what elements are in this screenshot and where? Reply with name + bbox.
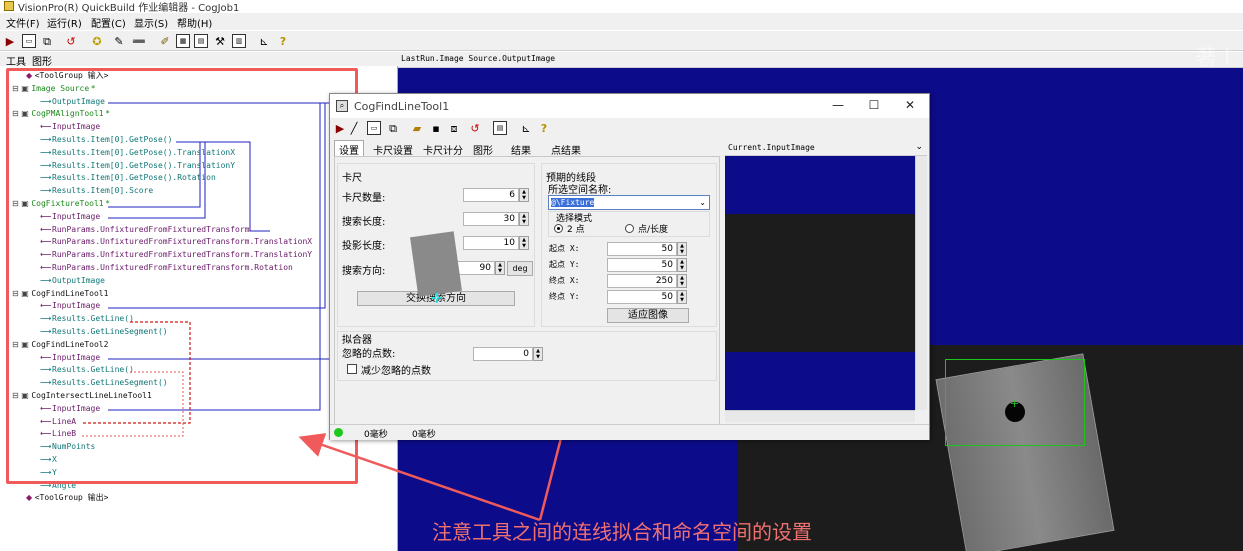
dialog-help-icon[interactable]: ? [537,121,551,135]
search-length-spinner[interactable]: ▲ ▼ [519,212,529,226]
tab-point-results[interactable]: 点结果 [546,140,586,157]
dialog-run-icon[interactable]: ▶ [333,121,347,135]
tab-settings[interactable]: 设置 [334,140,364,157]
end-x-label: 终点 X: [549,276,580,285]
close-button[interactable]: ✕ [900,97,920,113]
fitter-group-label: 拟合器 [342,335,372,346]
mode-point-length-radio[interactable] [625,224,634,233]
tab-graphics[interactable]: 图形 [468,140,498,157]
end-y-label: 终点 Y: [549,292,580,301]
dialog-icon: ⌕ [336,100,348,112]
ignore-points-spinner[interactable]: ▲ ▼ [533,347,543,361]
image-bottom-band [725,352,915,410]
dialog-reset-icon[interactable]: ↺ [468,121,482,135]
tab-results[interactable]: 结果 [506,140,536,157]
dialog-image-hscroll[interactable] [725,410,915,422]
status-time-1: 0毫秒 [364,430,388,440]
projection-length-input[interactable]: 10 [463,236,519,250]
dialog-display-icon[interactable]: ▭ [367,121,381,135]
chevron-down-icon: ⌄ [699,198,706,207]
findline-dialog: ⌕ CogFindLineTool1 — ☐ ✕ ▶ ╱ ▭ ⧉ ▰ ▪ ⧈ ↺… [329,93,930,440]
ignore-points-input[interactable]: 0 [473,347,533,361]
dialog-toolbar: ▶ ╱ ▭ ⧉ ▰ ▪ ⧈ ↺ ▤ ⊾ ? [330,118,929,138]
mode-point-length-label: 点/长度 [638,225,669,235]
search-length-input[interactable]: 30 [463,212,519,226]
search-direction-label: 搜索方向: [342,266,386,277]
start-y-label: 起点 Y: [549,260,580,269]
dialog-step-icon[interactable]: ╱ [347,121,361,135]
caliper-count-spinner[interactable]: ▲ ▼ [519,188,529,202]
dialog-copy-icon[interactable]: ⧈ [447,121,461,135]
dialog-save-icon[interactable]: ▪ [429,121,443,135]
projection-length-label: 投影长度: [342,241,386,252]
dialog-image-vscroll[interactable] [915,156,927,410]
start-x-label: 起点 X: [549,244,580,253]
end-y-input[interactable]: 50 [607,290,677,304]
settings-panel: 卡尺 卡尺数量: 6 ▲ ▼ 搜索长度: 30 ▲ ▼ 投影长度: 10 ▲ ▼ 搜索… [334,156,720,426]
dialog-image-header: Current.InputImage ⌄ [725,142,927,156]
start-y-spinner[interactable]: ▲ ▼ [677,258,687,272]
dialog-open-icon[interactable]: ▰ [410,121,424,135]
start-x-input[interactable]: 50 [607,242,677,256]
chevron-down-icon[interactable]: ⌄ [915,142,923,152]
start-x-spinner[interactable]: ▲ ▼ [677,242,687,256]
dialog-windows-icon[interactable]: ⧉ [386,121,400,135]
caliper-count-input[interactable]: 6 [463,188,519,202]
dialog-chart-icon[interactable]: ⊾ [519,121,533,135]
mode-two-point-radio[interactable] [554,224,563,233]
minimize-button[interactable]: — [828,97,848,113]
dialog-image-title: Current.InputImage [728,143,815,152]
arrow-to-tree [298,433,541,522]
status-time-2: 0毫秒 [412,430,436,440]
tab-caliper-scoring[interactable]: 卡尺计分 [418,140,468,157]
start-y-input[interactable]: 50 [607,258,677,272]
end-y-spinner[interactable]: ▲ ▼ [677,290,687,304]
dialog-origin-marker: ✛ [431,291,443,307]
namespace-combo[interactable]: @\Fixture ⌄ [548,195,710,210]
image-top-band [725,156,915,214]
search-direction-spinner[interactable]: ▲ ▼ [495,261,505,275]
dialog-title-bar: ⌕ CogFindLineTool1 — ☐ ✕ [330,94,929,118]
ignore-points-label: 忽略的点数: [342,349,396,360]
end-x-spinner[interactable]: ▲ ▼ [677,274,687,288]
tab-caliper-settings[interactable]: 卡尺设置 [368,140,418,157]
status-led [334,428,343,437]
direction-unit[interactable]: deg [507,261,533,276]
dialog-image-display[interactable] [725,156,915,410]
dialog-title: CogFindLineTool1 [354,100,450,113]
search-length-label: 搜索长度: [342,217,386,228]
namespace-value: @\Fixture [551,198,595,207]
namespace-label: 所选空间名称: [548,185,612,196]
caliper-group-label: 卡尺 [342,173,362,184]
fit-image-button[interactable]: 适应图像 [607,308,689,323]
maximize-button[interactable]: ☐ [864,97,884,113]
end-x-input[interactable]: 250 [607,274,677,288]
caliper-count-label: 卡尺数量: [342,193,386,204]
dialog-status-bar: 0毫秒 0毫秒 [330,424,929,440]
reduce-ignored-label: 减少忽略的点数 [361,366,431,377]
dialog-part-image [410,231,462,297]
dialog-table-icon[interactable]: ▤ [493,121,507,135]
dialog-tabs: 设置 卡尺设置 卡尺计分 图形 结果 点结果 [334,140,724,157]
annotation-caption: 注意工具之间的连线拟合和命名空间的设置 [432,520,812,544]
reduce-ignored-checkbox[interactable] [347,364,357,374]
mode-two-point-label: 2 点 [567,225,585,235]
projection-length-spinner[interactable]: ▲ ▼ [519,236,529,250]
